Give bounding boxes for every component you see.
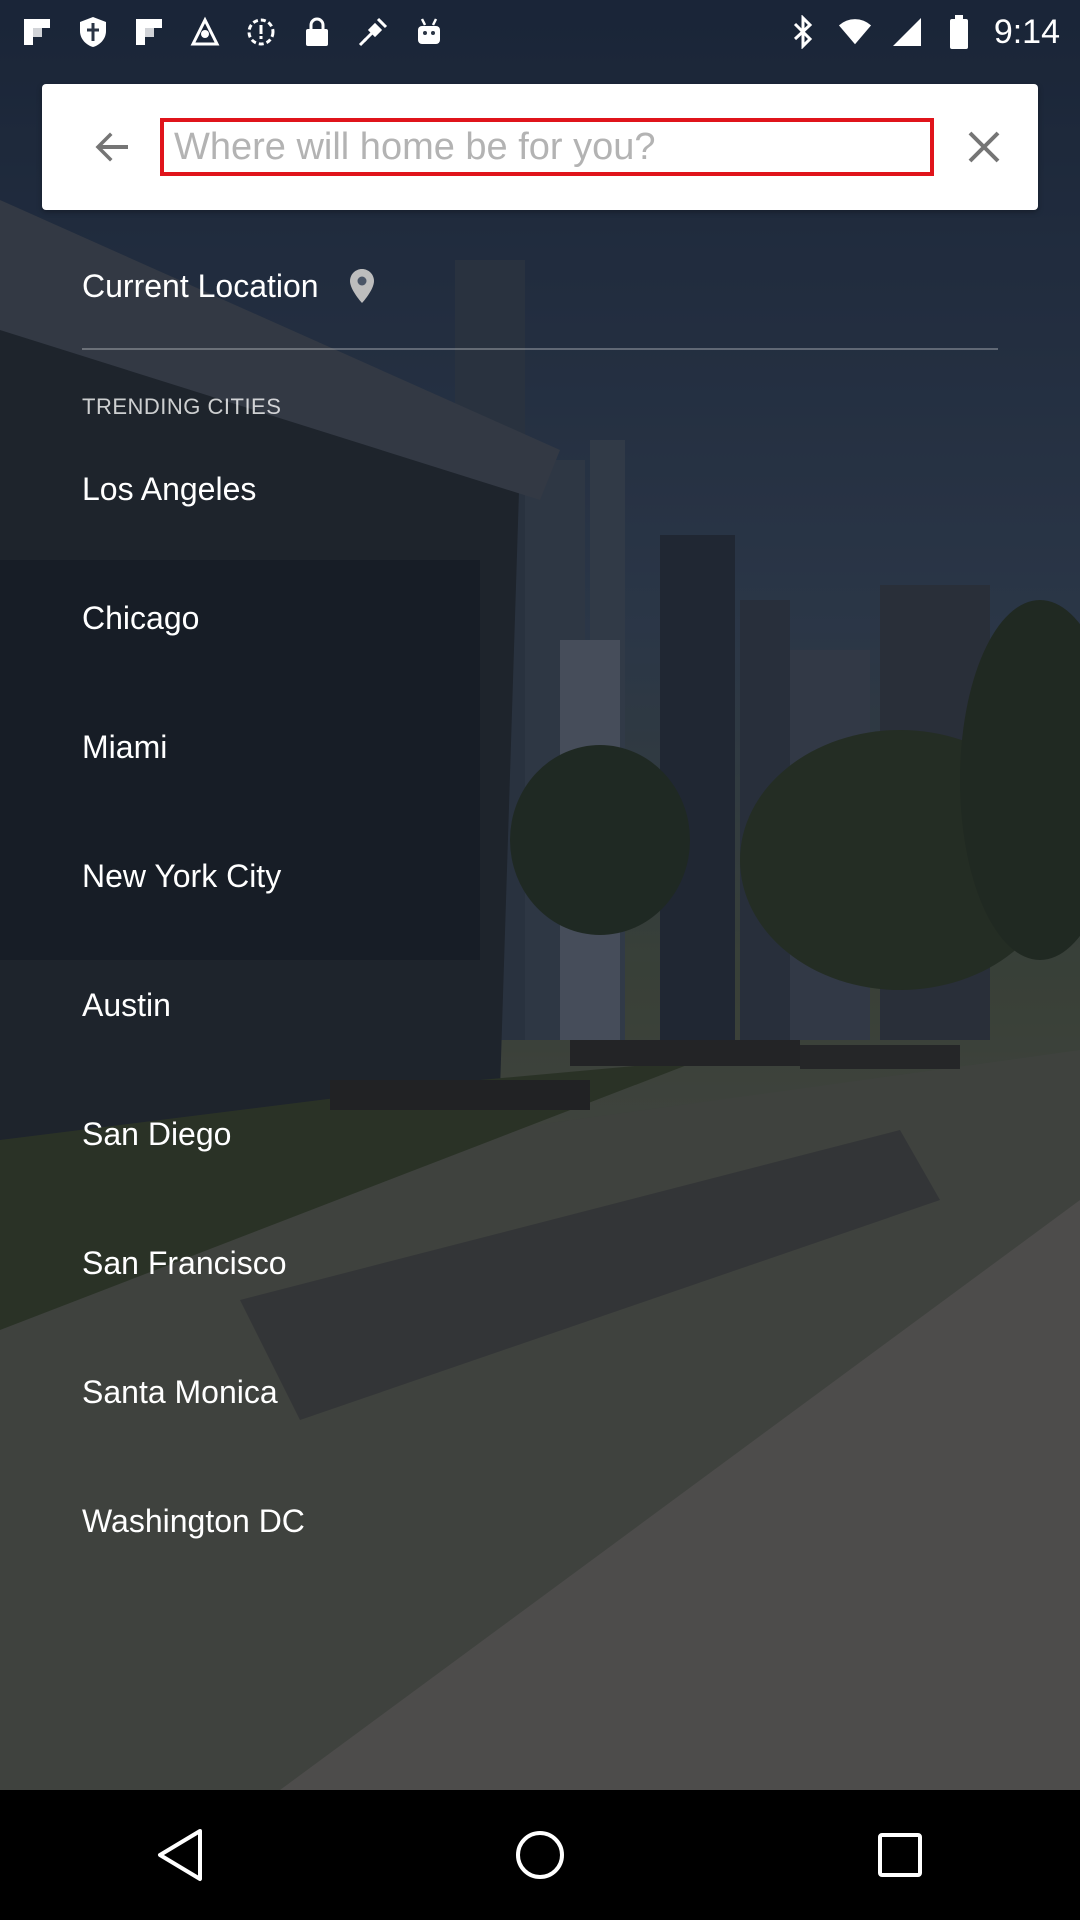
city-item-chicago[interactable]: Chicago	[0, 585, 1080, 714]
shield-icon	[76, 15, 110, 49]
city-item-santa-monica[interactable]: Santa Monica	[0, 1359, 1080, 1488]
city-item-san-francisco[interactable]: San Francisco	[0, 1230, 1080, 1359]
fake-gps-icon	[356, 15, 390, 49]
status-time: 9:14	[993, 12, 1060, 51]
city-item-los-angeles[interactable]: Los Angeles	[0, 456, 1080, 585]
status-bar-system: 9:14	[786, 13, 1060, 52]
flipboard-icon	[20, 15, 54, 49]
status-bar-notifications	[20, 15, 446, 49]
trending-city-list: Los Angeles Chicago Miami New York City …	[0, 456, 1080, 1617]
nav-home-button[interactable]	[490, 1805, 590, 1905]
location-pin-icon	[349, 269, 374, 303]
city-item-austin[interactable]: Austin	[0, 972, 1080, 1101]
bluetooth-icon	[786, 15, 820, 49]
back-triangle-icon	[158, 1829, 202, 1881]
android-icon	[412, 15, 446, 49]
clear-button[interactable]	[954, 117, 1014, 177]
current-location-label: Current Location	[82, 267, 319, 304]
system-nav-bar	[0, 1790, 1080, 1920]
city-item-washington-dc[interactable]: Washington DC	[0, 1488, 1080, 1617]
search-input[interactable]	[164, 122, 930, 172]
trending-cities-heading: TRENDING CITIES	[82, 394, 282, 419]
nav-back-button[interactable]	[130, 1805, 230, 1905]
city-item-miami[interactable]: Miami	[0, 714, 1080, 843]
city-item-new-york-city[interactable]: New York City	[0, 843, 1080, 972]
search-bar	[42, 84, 1038, 210]
flipboard-icon	[132, 15, 166, 49]
recents-square-icon	[878, 1833, 922, 1877]
search-input-box	[160, 118, 934, 176]
city-item-san-diego[interactable]: San Diego	[0, 1101, 1080, 1230]
home-circle-icon	[516, 1831, 564, 1879]
close-icon	[968, 131, 1000, 163]
nav-recents-button[interactable]	[850, 1805, 950, 1905]
settings-alert-icon	[244, 15, 278, 49]
wifi-icon	[838, 15, 872, 49]
maps-icon	[188, 15, 222, 49]
divider	[82, 348, 998, 350]
battery-icon	[942, 15, 976, 49]
lock-icon	[300, 15, 334, 49]
status-bar: 9:14	[0, 0, 1080, 64]
back-button[interactable]	[82, 117, 142, 177]
signal-icon	[890, 15, 924, 49]
current-location-item[interactable]: Current Location	[82, 256, 375, 316]
arrow-back-icon	[95, 132, 128, 162]
